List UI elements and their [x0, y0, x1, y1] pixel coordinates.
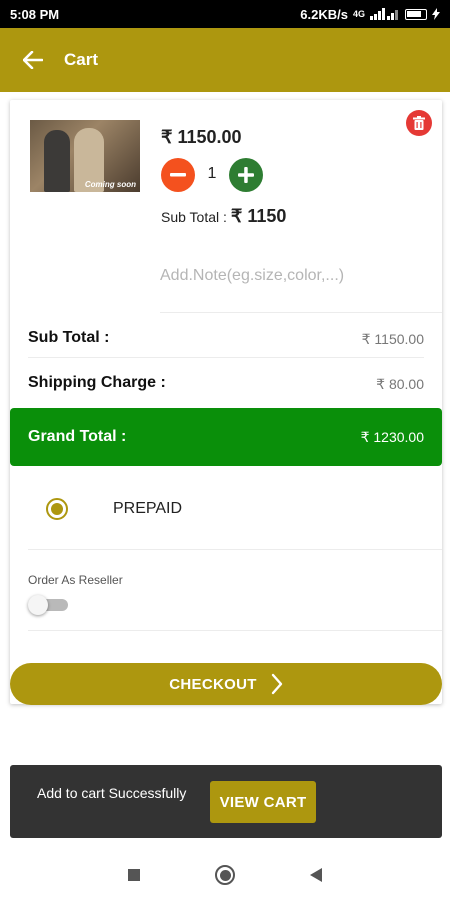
signal-icon	[370, 8, 398, 20]
prepaid-radio[interactable]	[46, 498, 68, 520]
subtotal-label: Sub Total :	[28, 329, 110, 346]
image-caption: Coming soon	[84, 180, 136, 189]
item-subtotal-label: Sub Total :	[161, 209, 227, 225]
system-nav-bar	[0, 850, 450, 900]
plus-icon[interactable]	[229, 158, 263, 192]
note-input[interactable]	[160, 256, 430, 296]
snackbar: Add to cart Successfully VIEW CART	[10, 765, 442, 838]
trash-icon[interactable]	[406, 110, 432, 136]
grand-total-label: Grand Total :	[28, 428, 127, 445]
shipping-value: ₹ 80.00	[376, 376, 424, 392]
subtotal-value: ₹ 1150.00	[361, 331, 424, 347]
status-bar: 5:08 PM 6.2KB/s 4G	[0, 0, 450, 28]
checkout-button[interactable]: CHECKOUT	[10, 663, 442, 705]
grand-total-bar: Grand Total : ₹ 1230.00	[10, 408, 442, 466]
battery-icon	[405, 8, 427, 20]
item-subtotal: Sub Total : ₹ 1150	[161, 206, 286, 227]
triangle-back-icon[interactable]	[310, 868, 322, 882]
divider	[160, 312, 442, 313]
item-subtotal-value: ₹ 1150	[230, 206, 287, 226]
network-speed: 6.2KB/s	[300, 6, 348, 22]
circle-icon[interactable]	[215, 865, 235, 885]
square-icon[interactable]	[128, 869, 140, 881]
status-time: 5:08 PM	[10, 6, 60, 22]
quantity-value: 1	[207, 165, 217, 182]
shipping-label: Shipping Charge :	[28, 374, 166, 391]
page-title: Cart	[64, 50, 99, 69]
divider	[28, 630, 442, 631]
cart-card: Coming soon ₹ 1150.00 1 Sub Total : ₹ 11…	[10, 100, 442, 705]
arrow-left-icon[interactable]	[20, 47, 46, 73]
minus-icon[interactable]	[161, 158, 195, 192]
chevron-right-icon	[271, 673, 282, 695]
checkout-label: CHECKOUT	[169, 675, 257, 693]
product-image[interactable]: Coming soon	[30, 120, 140, 192]
prepaid-label[interactable]: PREPAID	[113, 500, 182, 518]
reseller-toggle[interactable]	[28, 595, 68, 615]
network-type: 4G	[352, 9, 365, 19]
item-price: ₹ 1150.00	[161, 127, 242, 147]
reseller-label: Order As Reseller	[28, 573, 123, 587]
snackbar-message: Add to cart Successfully	[37, 785, 187, 801]
divider	[28, 357, 424, 358]
view-cart-button[interactable]: VIEW CART	[210, 781, 316, 823]
status-icons: 6.2KB/s 4G	[300, 7, 440, 22]
grand-total-value: ₹ 1230.00	[360, 428, 424, 445]
divider	[28, 549, 442, 550]
charging-icon	[432, 8, 440, 20]
app-bar: Cart	[0, 28, 450, 92]
